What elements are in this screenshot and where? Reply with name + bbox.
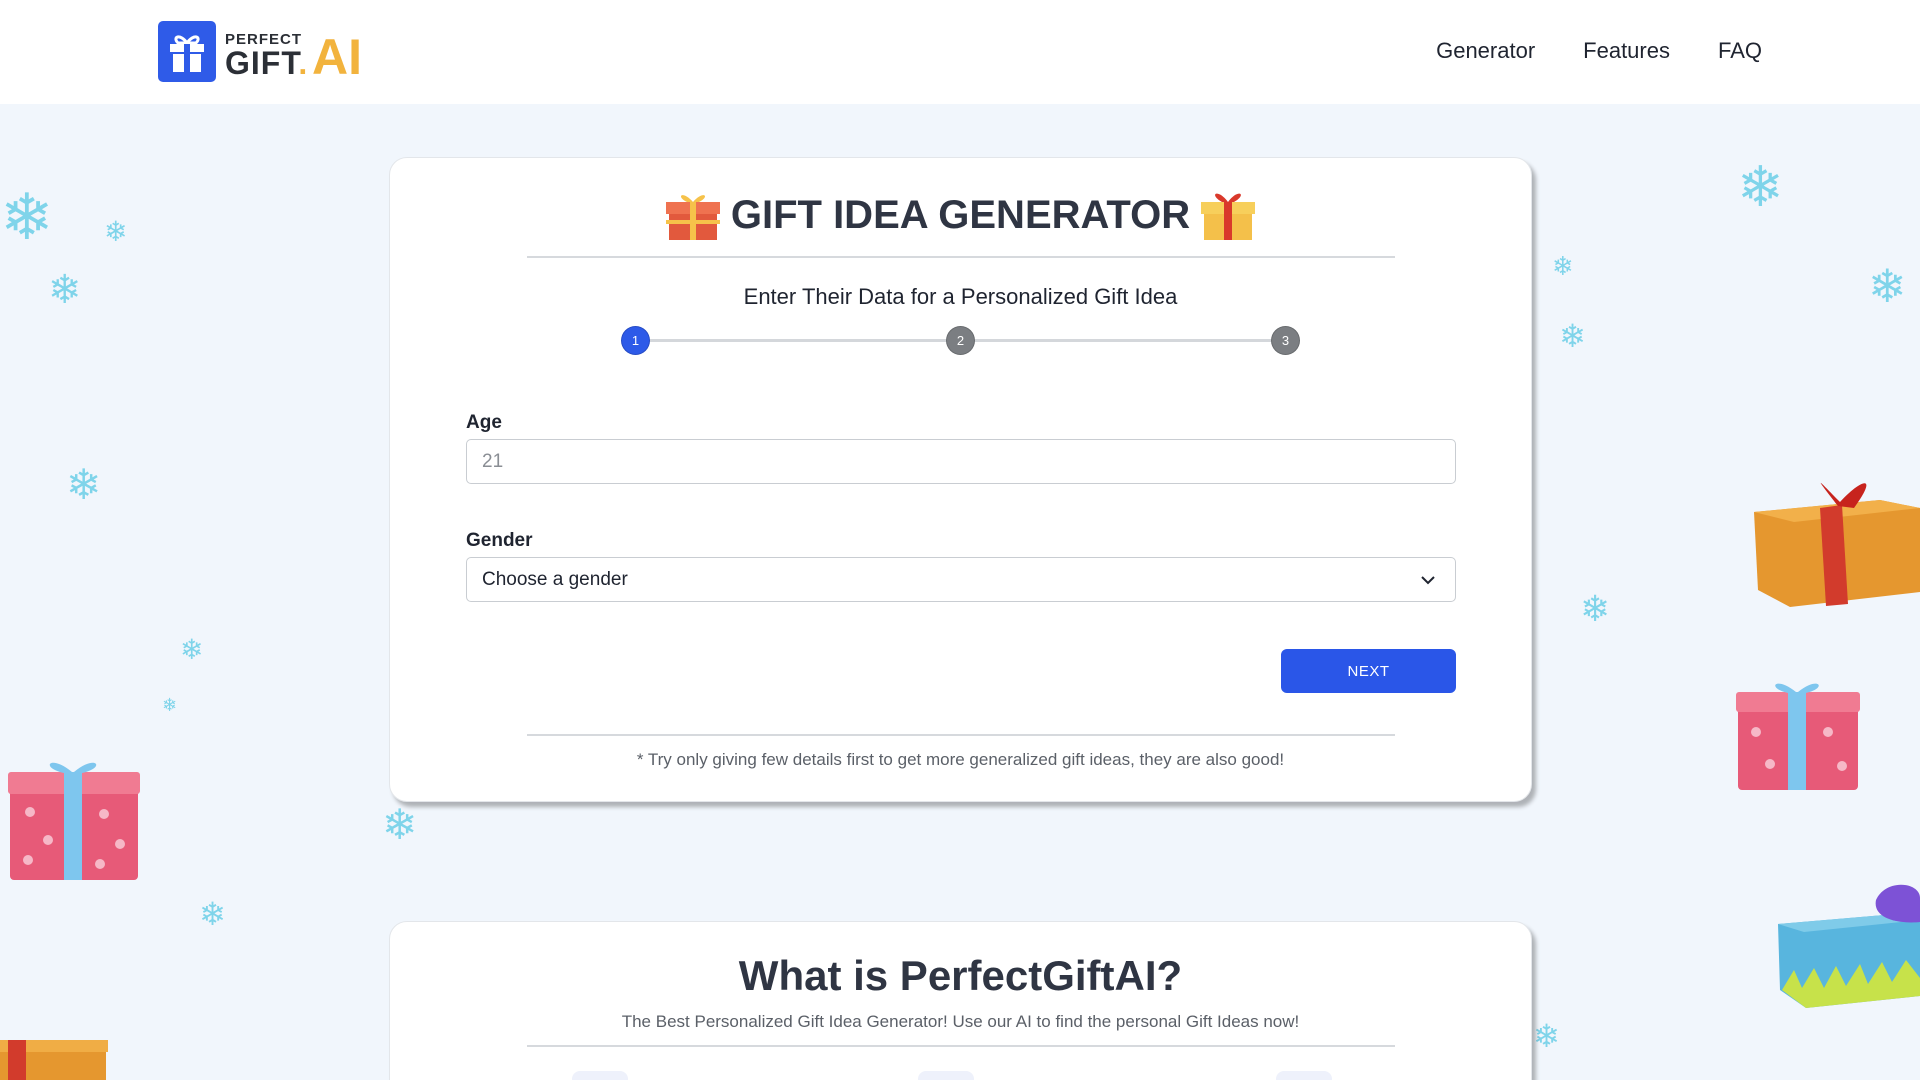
feature-icon xyxy=(918,1071,974,1080)
next-button[interactable]: NEXT xyxy=(1281,649,1456,693)
step-1-indicator: 1 xyxy=(621,326,650,355)
top-navigation-bar: PERFECT GIFT. AI Generator Features FAQ xyxy=(0,0,1920,104)
age-input[interactable]: 21 xyxy=(466,439,1456,484)
gender-select[interactable]: Choose a gender xyxy=(466,557,1456,602)
snowflake-icon: ❄ xyxy=(104,215,128,248)
gender-label: Gender xyxy=(466,530,533,551)
generator-subtitle: Enter Their Data for a Personalized Gift… xyxy=(743,284,1178,309)
feature-icon xyxy=(1276,1071,1332,1080)
chevron-down-icon xyxy=(1421,575,1435,584)
nav-link-faq[interactable]: FAQ xyxy=(1718,38,1762,64)
gift-emoji-icon xyxy=(665,195,720,240)
snowflake-icon: ❄ xyxy=(1868,259,1907,313)
snowflake-icon: ❄ xyxy=(1533,1017,1560,1055)
gift-box-decoration xyxy=(0,1040,108,1080)
step-2-indicator: 2 xyxy=(946,326,975,355)
gender-select-value: Choose a gender xyxy=(482,568,628,590)
logo-dot: . xyxy=(298,45,309,81)
age-label: Age xyxy=(466,412,502,433)
snowflake-icon: ❄ xyxy=(1559,317,1586,355)
logo-gift-word: GIFT xyxy=(225,45,299,81)
snowflake-icon: ❄ xyxy=(180,633,204,666)
snowflake-icon: ❄ xyxy=(1552,252,1574,282)
logo[interactable]: PERFECT GIFT. AI xyxy=(158,21,375,85)
generator-title-text: GIFT IDEA GENERATOR xyxy=(730,192,1191,237)
divider xyxy=(527,1045,1395,1047)
divider xyxy=(527,256,1395,258)
progress-stepper: 1 2 3 xyxy=(621,326,1302,356)
generator-title: GIFT IDEA GENERATOR xyxy=(390,188,1531,242)
snowflake-icon: ❄ xyxy=(48,267,82,313)
generator-hint: * Try only giving few details first to g… xyxy=(636,750,1285,769)
nav-link-generator[interactable]: Generator xyxy=(1436,38,1535,64)
gift-box-decoration xyxy=(8,762,140,880)
gift-box-decoration xyxy=(1754,482,1920,607)
divider xyxy=(527,734,1395,736)
snowflake-icon: ❄ xyxy=(66,460,102,509)
snowflake-icon: ❄ xyxy=(162,695,178,716)
about-card: What is PerfectGiftAI? The Best Personal… xyxy=(389,921,1532,1080)
about-subtitle: The Best Personalized Gift Idea Generato… xyxy=(621,1012,1300,1031)
logo-wordmark: PERFECT GIFT. AI xyxy=(225,21,375,85)
gift-emoji-icon xyxy=(1201,193,1256,240)
snowflake-icon: ❄ xyxy=(1580,589,1611,630)
snowflake-icon: ❄ xyxy=(1737,155,1784,220)
logo-gift-text: GIFT. xyxy=(225,45,308,82)
feature-icon xyxy=(572,1071,628,1080)
about-title: What is PerfectGiftAI? xyxy=(738,952,1183,999)
snowflake-icon: ❄ xyxy=(382,800,418,849)
gift-logo-icon xyxy=(158,21,216,82)
step-3-indicator: 3 xyxy=(1271,326,1300,355)
nav-link-features[interactable]: Features xyxy=(1583,38,1670,64)
gift-box-decoration xyxy=(1778,884,1920,1008)
gift-box-decoration xyxy=(1736,683,1860,790)
main-nav: Generator Features FAQ xyxy=(1436,38,1762,64)
snowflake-icon: ❄ xyxy=(0,181,54,255)
snowflake-icon: ❄ xyxy=(199,895,226,933)
gift-generator-card: GIFT IDEA GENERATOR Enter Their Data for… xyxy=(389,157,1532,802)
logo-ai-text: AI xyxy=(312,29,362,85)
